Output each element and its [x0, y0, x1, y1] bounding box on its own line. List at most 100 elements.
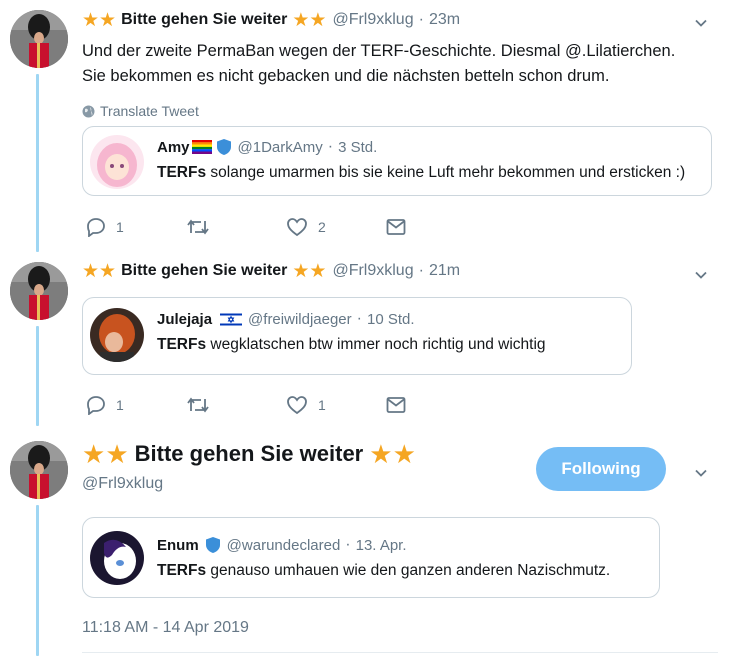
tweet-text-line: Und der zweite PermaBan wegen der TERF-G… [82, 42, 676, 60]
reply-button[interactable]: 1 [86, 395, 186, 415]
separator-dot: · [327, 138, 334, 155]
tweet-time[interactable]: 21m [429, 262, 460, 280]
like-icon [287, 218, 307, 237]
display-name: Enum [157, 536, 199, 554]
reply-icon [87, 396, 105, 415]
shield-icon [216, 139, 231, 155]
separator-dot: · [345, 536, 351, 553]
like-icon [287, 396, 307, 415]
tweet-text-line: Sie bekommen es nicht gebacken und die n… [82, 67, 610, 85]
star-icon: ★ [292, 260, 310, 282]
quoted-text: genauso umhauen wie den ganzen anderen N… [206, 562, 611, 579]
chevron-down-icon[interactable] [694, 268, 708, 282]
tweet-time[interactable]: 23m [429, 11, 460, 29]
separator-dot: · [356, 310, 362, 327]
avatar[interactable] [10, 441, 68, 499]
star-icon: ★ [82, 260, 100, 282]
chevron-down-icon[interactable] [694, 466, 708, 480]
tweet-actions: 1 2 [86, 216, 486, 238]
star-icon: ★ [99, 9, 117, 31]
israel-flag-icon [220, 311, 243, 327]
direct-message-button[interactable] [386, 218, 486, 236]
separator-dot: · [418, 262, 424, 279]
star-icon: ★ [309, 260, 327, 282]
translate-label: Translate Tweet [100, 103, 199, 119]
star-icon: ★ [309, 9, 327, 31]
star-icon: ★ [392, 439, 416, 469]
tweet: ★ ★ Bitte gehen Sie weiter ★ ★ @Frl9xklug … [82, 8, 718, 119]
divider [82, 652, 718, 653]
direct-message-icon [386, 397, 406, 413]
tweet-time: 10 Std. [366, 310, 415, 328]
bold-text: TERFs [157, 336, 207, 353]
tweet-text: Und der zweite PermaBan wegen der TERF-G… [82, 39, 718, 89]
globe-icon [82, 105, 95, 117]
quoted-tweet-body: Julejaja @freiwildjaeger · 10 Std. TERFs… [157, 308, 623, 356]
quoted-tweet-header: Enum @warundeclared · 13. Apr. [157, 534, 651, 556]
quoted-tweet[interactable]: Julejaja @freiwildjaeger · 10 Std. TERFs… [82, 297, 632, 375]
reply-count: 1 [116, 397, 124, 413]
retweet-button[interactable] [186, 395, 286, 415]
display-name[interactable]: Bitte gehen Sie weiter [135, 441, 364, 467]
like-button[interactable]: 2 [286, 217, 386, 237]
reply-count: 1 [116, 219, 124, 235]
thread-line [36, 326, 39, 426]
main-tweet-header: ★ ★ Bitte gehen Sie weiter ★ ★ [82, 441, 416, 467]
retweet-icon [187, 219, 209, 235]
avatar[interactable] [10, 262, 68, 320]
display-name[interactable]: Bitte gehen Sie weiter [121, 262, 287, 280]
tweet-actions: 1 1 [86, 394, 486, 416]
like-button[interactable]: 1 [286, 395, 386, 415]
translate-tweet-link[interactable]: Translate Tweet [82, 103, 718, 119]
avatar[interactable] [10, 10, 68, 68]
like-count: 2 [318, 219, 326, 235]
quoted-tweet[interactable]: Amy @1DarkAmy · 3 Std. TERFs solange uma… [82, 126, 712, 196]
quoted-tweet[interactable]: Enum @warundeclared · 13. Apr. TERFs gen… [82, 517, 660, 598]
avatar [90, 308, 144, 362]
user-handle: @1DarkAmy [237, 138, 323, 156]
star-icon: ★ [99, 260, 117, 282]
thread-line [36, 505, 39, 656]
rainbow-flag-icon [191, 140, 212, 154]
quoted-tweet-header: Amy @1DarkAmy · 3 Std. [157, 136, 703, 158]
user-handle: @freiwildjaeger [248, 310, 352, 328]
thread-line [36, 74, 39, 252]
quoted-text: solange umarmen bis sie keine Luft mehr … [206, 164, 686, 181]
tweet-time: 3 Std. [338, 138, 378, 156]
tweet-timestamp[interactable]: 11:18 AM - 14 Apr 2019 [82, 619, 249, 637]
star-icon: ★ [105, 439, 129, 469]
following-button[interactable]: Following [536, 447, 666, 491]
direct-message-button[interactable] [386, 396, 486, 414]
quoted-text: wegklatschen btw immer noch richtig und … [206, 336, 546, 353]
tweet: ★ ★ Bitte gehen Sie weiter ★ ★ @Frl9xklug … [82, 259, 718, 283]
retweet-button[interactable] [186, 217, 286, 237]
avatar [90, 531, 144, 585]
quoted-tweet-text: TERFs wegklatschen btw immer noch richti… [157, 334, 623, 356]
user-handle[interactable]: @Frl9xklug [332, 262, 413, 280]
star-icon: ★ [369, 439, 393, 469]
bold-text: TERFs [157, 562, 207, 579]
tweet-header: ★ ★ Bitte gehen Sie weiter ★ ★ @Frl9xklug … [82, 8, 718, 32]
display-name: Julejaja [157, 310, 213, 328]
quoted-tweet-body: Amy @1DarkAmy · 3 Std. TERFs solange uma… [157, 136, 703, 184]
reply-icon [87, 218, 105, 237]
quoted-tweet-body: Enum @warundeclared · 13. Apr. TERFs gen… [157, 534, 651, 582]
display-name: Amy [157, 138, 190, 156]
quoted-tweet-text: TERFs solange umarmen bis sie keine Luft… [157, 162, 703, 184]
user-handle[interactable]: @Frl9xklug [332, 11, 413, 29]
reply-button[interactable]: 1 [86, 217, 186, 237]
quoted-tweet-header: Julejaja @freiwildjaeger · 10 Std. [157, 308, 623, 330]
direct-message-icon [386, 219, 406, 235]
separator-dot: · [418, 11, 424, 28]
like-count: 1 [318, 397, 326, 413]
chevron-down-icon[interactable] [694, 16, 708, 30]
display-name[interactable]: Bitte gehen Sie weiter [121, 11, 287, 29]
star-icon: ★ [82, 439, 106, 469]
user-handle: @warundeclared [226, 536, 341, 554]
tweet-header: ★ ★ Bitte gehen Sie weiter ★ ★ @Frl9xklug … [82, 259, 718, 283]
star-icon: ★ [82, 9, 100, 31]
user-handle[interactable]: @Frl9xklug [82, 475, 163, 493]
tweet-time: 13. Apr. [355, 536, 407, 554]
shield-icon [205, 537, 220, 553]
quoted-tweet-text: TERFs genauso umhauen wie den ganzen and… [157, 560, 651, 582]
